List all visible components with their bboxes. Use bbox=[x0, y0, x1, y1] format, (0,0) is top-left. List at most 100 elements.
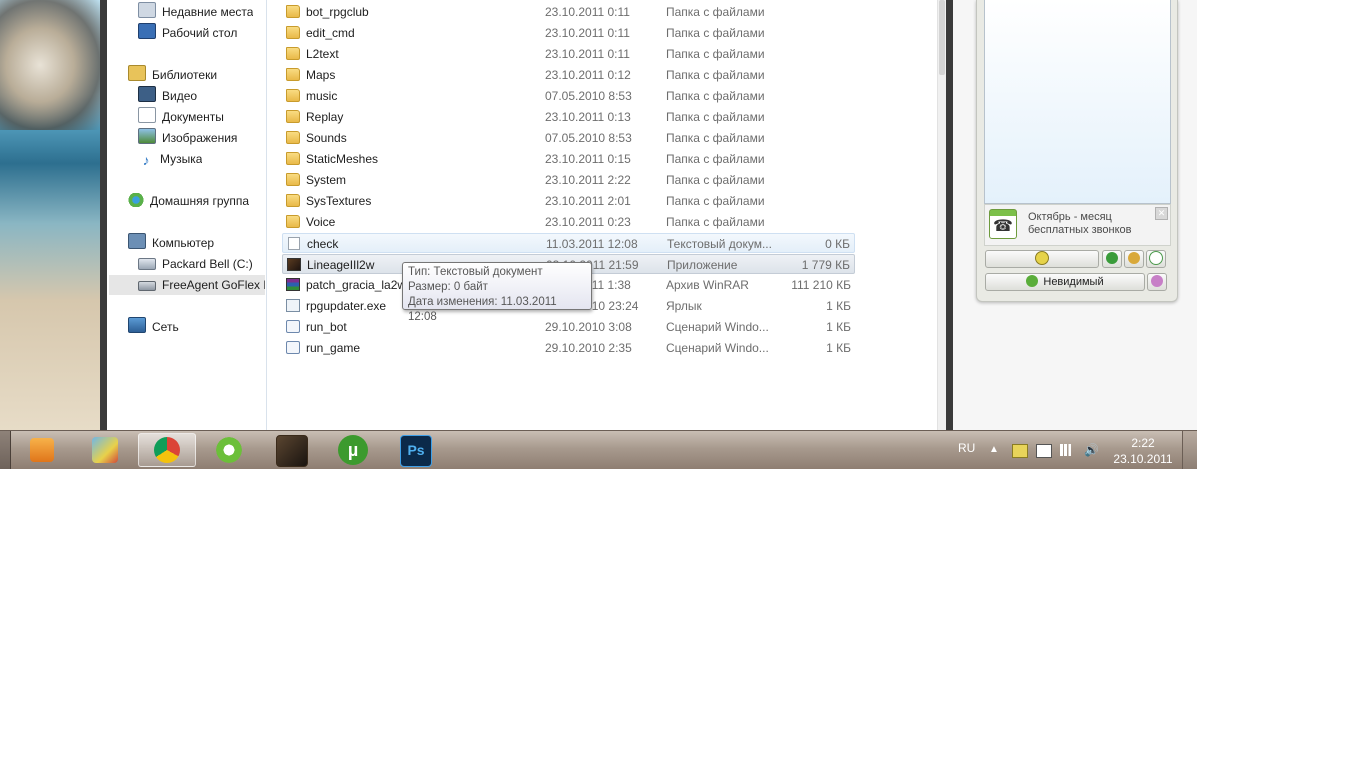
folder-icon bbox=[286, 194, 300, 207]
script-icon bbox=[286, 320, 300, 333]
file-date: 23.10.2011 0:11 bbox=[545, 47, 630, 61]
nav-item-documents[interactable]: Документы bbox=[138, 107, 224, 127]
status-button[interactable]: Невидимый bbox=[985, 273, 1145, 291]
file-row[interactable]: Voice 23.10.2011 0:23 Папка с файлами bbox=[282, 212, 855, 232]
folder-icon bbox=[286, 89, 300, 102]
call-button[interactable] bbox=[1102, 250, 1122, 268]
nav-item-freeagent[interactable]: FreeAgent GoFlex Dr bbox=[109, 275, 265, 295]
contact-list[interactable] bbox=[984, 0, 1171, 204]
file-type: Сценарий Windo... bbox=[666, 341, 769, 355]
nav-item-video[interactable]: Видео bbox=[138, 86, 197, 106]
wallpaper-rope-image bbox=[0, 0, 100, 130]
nav-item-computer[interactable]: Компьютер bbox=[128, 233, 214, 253]
nav-item-libraries[interactable]: Библиотеки bbox=[128, 65, 217, 85]
folder-icon bbox=[286, 26, 300, 39]
file-date: 23.10.2011 0:23 bbox=[545, 215, 631, 229]
file-row[interactable]: Replay 23.10.2011 0:13 Папка с файлами bbox=[282, 107, 855, 127]
nav-item-label: FreeAgent GoFlex Dr bbox=[162, 278, 265, 292]
file-tooltip: Тип: Текстовый документ Размер: 0 байт Д… bbox=[402, 262, 592, 323]
file-type: Папка с файлами bbox=[666, 110, 765, 124]
nav-item-label: Packard Bell (C:) bbox=[162, 257, 253, 271]
clock-time: 2:22 bbox=[1131, 436, 1155, 450]
file-type: Папка с файлами bbox=[666, 173, 765, 187]
file-row[interactable]: bot_rpgclub 23.10.2011 0:11 Папка с файлам… bbox=[282, 2, 855, 22]
taskbar-app-photoshop[interactable]: Ps bbox=[386, 433, 444, 467]
nav-item-network[interactable]: Сеть bbox=[128, 317, 179, 337]
winrar-archive-icon bbox=[286, 278, 300, 291]
promo-banner[interactable]: ☎ Октябрь - месяц бесплатных звонков ✕ bbox=[984, 204, 1171, 246]
file-name: run_game bbox=[306, 341, 361, 355]
nav-item-desktop[interactable]: Рабочий стол bbox=[138, 23, 237, 43]
chevron-up-icon[interactable]: ▲ bbox=[989, 444, 1003, 456]
file-name: Maps bbox=[306, 68, 336, 82]
file-row[interactable]: run_game 29.10.2010 2:35 Сценарий Windo...… bbox=[282, 338, 855, 358]
eye-icon bbox=[1151, 275, 1163, 287]
taskbar-app-media-player[interactable] bbox=[13, 433, 71, 467]
file-row[interactable]: check 11.03.2011 12:08 Текстовый докум... 0… bbox=[282, 233, 855, 253]
power-tray-icon[interactable] bbox=[1036, 444, 1052, 458]
search-contacts-button[interactable] bbox=[1124, 250, 1144, 268]
menu-button[interactable] bbox=[985, 250, 1099, 268]
nav-item-homegroup[interactable]: Домашняя группа bbox=[128, 191, 249, 211]
file-row[interactable]: music 07.05.2010 8:53 Папка с файлами bbox=[282, 86, 855, 106]
file-type: Ярлык bbox=[666, 299, 702, 313]
file-type: Папка с файлами bbox=[666, 26, 765, 40]
file-date: 29.10.2010 2:35 bbox=[545, 341, 632, 355]
file-row[interactable]: System 23.10.2011 2:22 Папка с файлами bbox=[282, 170, 855, 190]
vertical-scrollbar[interactable] bbox=[937, 0, 946, 430]
file-date: 23.10.2011 2:22 bbox=[545, 173, 631, 187]
help-button[interactable] bbox=[1146, 250, 1166, 268]
file-name: StaticMeshes bbox=[306, 152, 379, 166]
file-type: Приложение bbox=[667, 258, 738, 272]
start-button-edge[interactable] bbox=[0, 431, 11, 469]
search-user-icon bbox=[1128, 252, 1140, 264]
network-signal-icon[interactable] bbox=[1060, 444, 1074, 456]
tooltip-size: Размер: 0 байт bbox=[408, 281, 488, 293]
nav-item-music[interactable]: ♪ Музыка bbox=[138, 149, 203, 169]
file-row[interactable]: Maps 23.10.2011 0:12 Папка с файлами bbox=[282, 65, 855, 85]
file-row[interactable]: SysTextures 23.10.2011 2:01 Папка с файлам… bbox=[282, 191, 855, 211]
taskbar-app-lineage[interactable] bbox=[262, 433, 320, 467]
nav-item-drive-c[interactable]: Packard Bell (C:) bbox=[138, 254, 253, 274]
file-date: 23.10.2011 0:15 bbox=[545, 152, 631, 166]
taskbar-app-paint[interactable] bbox=[76, 433, 134, 467]
nav-item-pictures[interactable]: Изображения bbox=[138, 128, 237, 148]
shortcut-icon bbox=[286, 299, 300, 312]
scrollbar-thumb[interactable] bbox=[939, 0, 945, 75]
clock-date: 23.10.2011 bbox=[1113, 452, 1173, 466]
script-icon bbox=[286, 341, 300, 354]
taskbar-app-utorrent[interactable]: µ bbox=[324, 433, 382, 467]
file-size: 1 779 КБ bbox=[801, 258, 850, 272]
utorrent-icon: µ bbox=[338, 435, 368, 465]
nav-item-label: Музыка bbox=[160, 152, 203, 166]
desktop-icon bbox=[138, 23, 156, 39]
video-icon bbox=[138, 86, 156, 102]
folder-icon bbox=[286, 47, 300, 60]
file-type: Сценарий Windo... bbox=[666, 320, 769, 334]
file-row[interactable]: StaticMeshes 23.10.2011 0:15 Папка с файла… bbox=[282, 149, 855, 169]
usb-drive-icon bbox=[138, 281, 156, 291]
file-name: check bbox=[307, 237, 339, 251]
file-type: Архив WinRAR bbox=[666, 278, 749, 292]
taskbar-app-chrome[interactable] bbox=[138, 433, 196, 467]
file-size: 1 КБ bbox=[826, 341, 851, 355]
nav-item-label: Видео bbox=[162, 89, 198, 103]
privacy-button[interactable] bbox=[1147, 273, 1167, 291]
documents-icon bbox=[138, 107, 156, 123]
file-type: Папка с файлами bbox=[666, 152, 765, 166]
tooltip-type: Тип: Текстовый документ bbox=[408, 266, 543, 278]
file-row[interactable]: Sounds 07.05.2010 8:53 Папка с файлами bbox=[282, 128, 855, 148]
folder-icon bbox=[286, 131, 300, 144]
language-indicator[interactable]: RU bbox=[958, 441, 975, 455]
file-row[interactable]: L2text 23.10.2011 0:11 Папка с файлами bbox=[282, 44, 855, 64]
notes-tray-icon[interactable] bbox=[1012, 444, 1028, 458]
taskbar-app-icq[interactable] bbox=[200, 433, 258, 467]
volume-icon[interactable]: 🔊 bbox=[1084, 444, 1099, 456]
close-icon[interactable]: ✕ bbox=[1155, 207, 1168, 220]
show-desktop-button[interactable] bbox=[1182, 431, 1197, 469]
file-row[interactable]: edit_cmd 23.10.2011 0:11 Папка с файлами bbox=[282, 23, 855, 43]
nav-item-recent-places[interactable]: Недавние места bbox=[138, 2, 253, 22]
file-date: 23.10.2011 0:13 bbox=[545, 110, 631, 124]
explorer-window: Недавние места Рабочий стол Библиотеки В… bbox=[100, 0, 953, 430]
system-clock[interactable]: 2:22 23.10.2011 bbox=[1108, 435, 1178, 467]
